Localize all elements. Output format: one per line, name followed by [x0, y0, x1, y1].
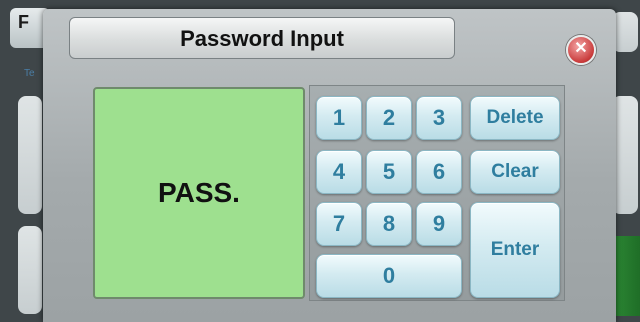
key-3[interactable]: 3: [416, 96, 462, 140]
key-5[interactable]: 5: [366, 150, 412, 194]
key-0[interactable]: 0: [316, 254, 462, 298]
key-7[interactable]: 7: [316, 202, 362, 246]
enter-button[interactable]: Enter: [470, 202, 560, 298]
key-2[interactable]: 2: [366, 96, 412, 140]
background-panel-left-bottom: [18, 226, 42, 314]
password-display: PASS.: [93, 87, 305, 299]
key-8[interactable]: 8: [366, 202, 412, 246]
password-dialog: Password Input ✕ PASS. 1 2 3 Delete 4 5 …: [43, 9, 616, 322]
background-panel-left-top: [18, 96, 42, 214]
clear-button[interactable]: Clear: [470, 150, 560, 194]
close-icon[interactable]: ✕: [566, 35, 596, 65]
keypad: 1 2 3 Delete 4 5 6 Clear 7 8 9 Enter 0: [309, 85, 565, 301]
dialog-title: Password Input: [69, 17, 455, 59]
key-4[interactable]: 4: [316, 150, 362, 194]
delete-button[interactable]: Delete: [470, 96, 560, 140]
key-9[interactable]: 9: [416, 202, 462, 246]
background-label: Te: [24, 68, 35, 79]
key-6[interactable]: 6: [416, 150, 462, 194]
key-1[interactable]: 1: [316, 96, 362, 140]
